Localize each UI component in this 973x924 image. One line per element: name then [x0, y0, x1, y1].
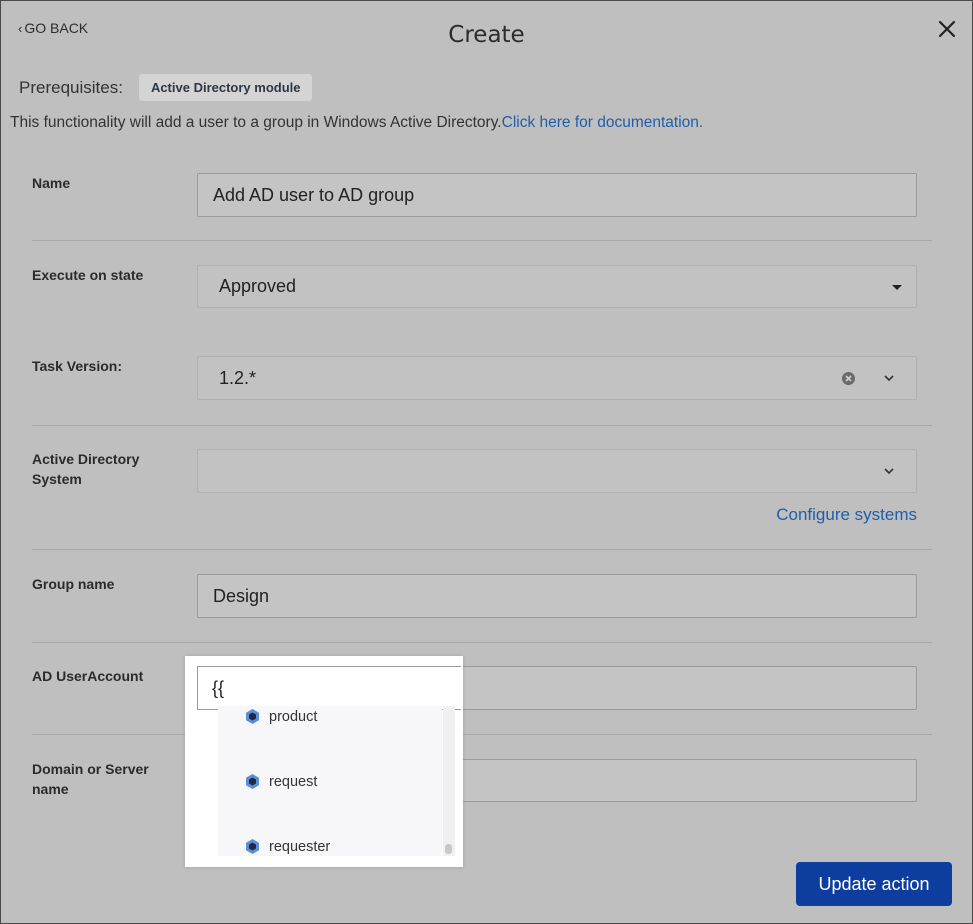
chevron-down-icon	[884, 375, 894, 382]
ad-user-account-label: AD UserAccount	[32, 668, 144, 684]
execute-on-state-select[interactable]: Approved	[197, 265, 917, 308]
prerequisites-label: Prerequisites:	[19, 77, 123, 97]
cube-icon	[246, 709, 259, 724]
ad-user-account-value: {{	[212, 677, 225, 698]
domain-label-line2: name	[32, 781, 69, 797]
cube-icon	[246, 839, 259, 854]
cube-icon	[246, 774, 259, 789]
close-button[interactable]	[934, 16, 960, 42]
configure-systems-link[interactable]: Configure systems	[776, 505, 917, 525]
name-label: Name	[32, 175, 71, 191]
group-name-input[interactable]: Design	[197, 574, 917, 618]
update-action-button[interactable]: Update action	[796, 862, 952, 906]
option-label: product	[269, 708, 318, 725]
caret-down-icon	[892, 285, 902, 290]
autocomplete-list: product request requester	[218, 706, 442, 856]
autocomplete-option-product[interactable]: product	[244, 708, 317, 725]
autocomplete-option-request[interactable]: request	[244, 773, 317, 790]
task-version-select[interactable]: 1.2.*	[197, 356, 917, 400]
divider	[32, 425, 932, 426]
group-name-value: Design	[213, 585, 270, 606]
name-input[interactable]: Add AD user to AD group	[197, 173, 917, 217]
divider	[32, 642, 932, 643]
close-icon	[938, 20, 956, 38]
ad-system-select[interactable]	[197, 449, 917, 493]
dialog-title: Create	[448, 22, 525, 48]
task-version-label: Task Version:	[32, 358, 123, 374]
ad-system-label: Active Directory System	[32, 449, 182, 489]
name-value: Add AD user to AD group	[213, 184, 415, 205]
prerequisite-badge: Active Directory module	[138, 74, 313, 101]
domain-label-line1: Domain or Server	[32, 761, 149, 777]
info-text: This functionality will add a user to a …	[10, 114, 703, 132]
prerequisites-row: Prerequisites: Active Directory module	[19, 74, 313, 101]
execute-on-state-label: Execute on state	[32, 267, 144, 283]
execute-on-state-value: Approved	[219, 276, 297, 296]
scrollbar-thumb[interactable]	[445, 844, 452, 854]
task-version-value: 1.2.*	[219, 367, 257, 388]
option-label: request	[269, 773, 318, 790]
ad-user-account-input[interactable]: {{	[197, 666, 461, 710]
documentation-link[interactable]: Click here for documentation.	[502, 114, 704, 131]
divider	[32, 240, 932, 241]
clear-icon[interactable]	[841, 371, 856, 386]
ad-system-label-line1: Active Directory	[32, 451, 140, 467]
divider	[32, 734, 932, 735]
divider	[32, 549, 932, 550]
domain-label: Domain or Server name	[32, 759, 182, 799]
autocomplete-option-requester[interactable]: requester	[244, 838, 330, 855]
chevron-down-icon	[884, 468, 894, 475]
autocomplete-scrollbar[interactable]	[443, 706, 455, 856]
group-name-label: Group name	[32, 576, 115, 592]
autocomplete-panel: {{ product request requester	[185, 656, 463, 867]
ad-system-label-line2: System	[32, 471, 82, 487]
info-description: This functionality will add a user to a …	[10, 114, 502, 131]
option-label: requester	[269, 838, 331, 855]
